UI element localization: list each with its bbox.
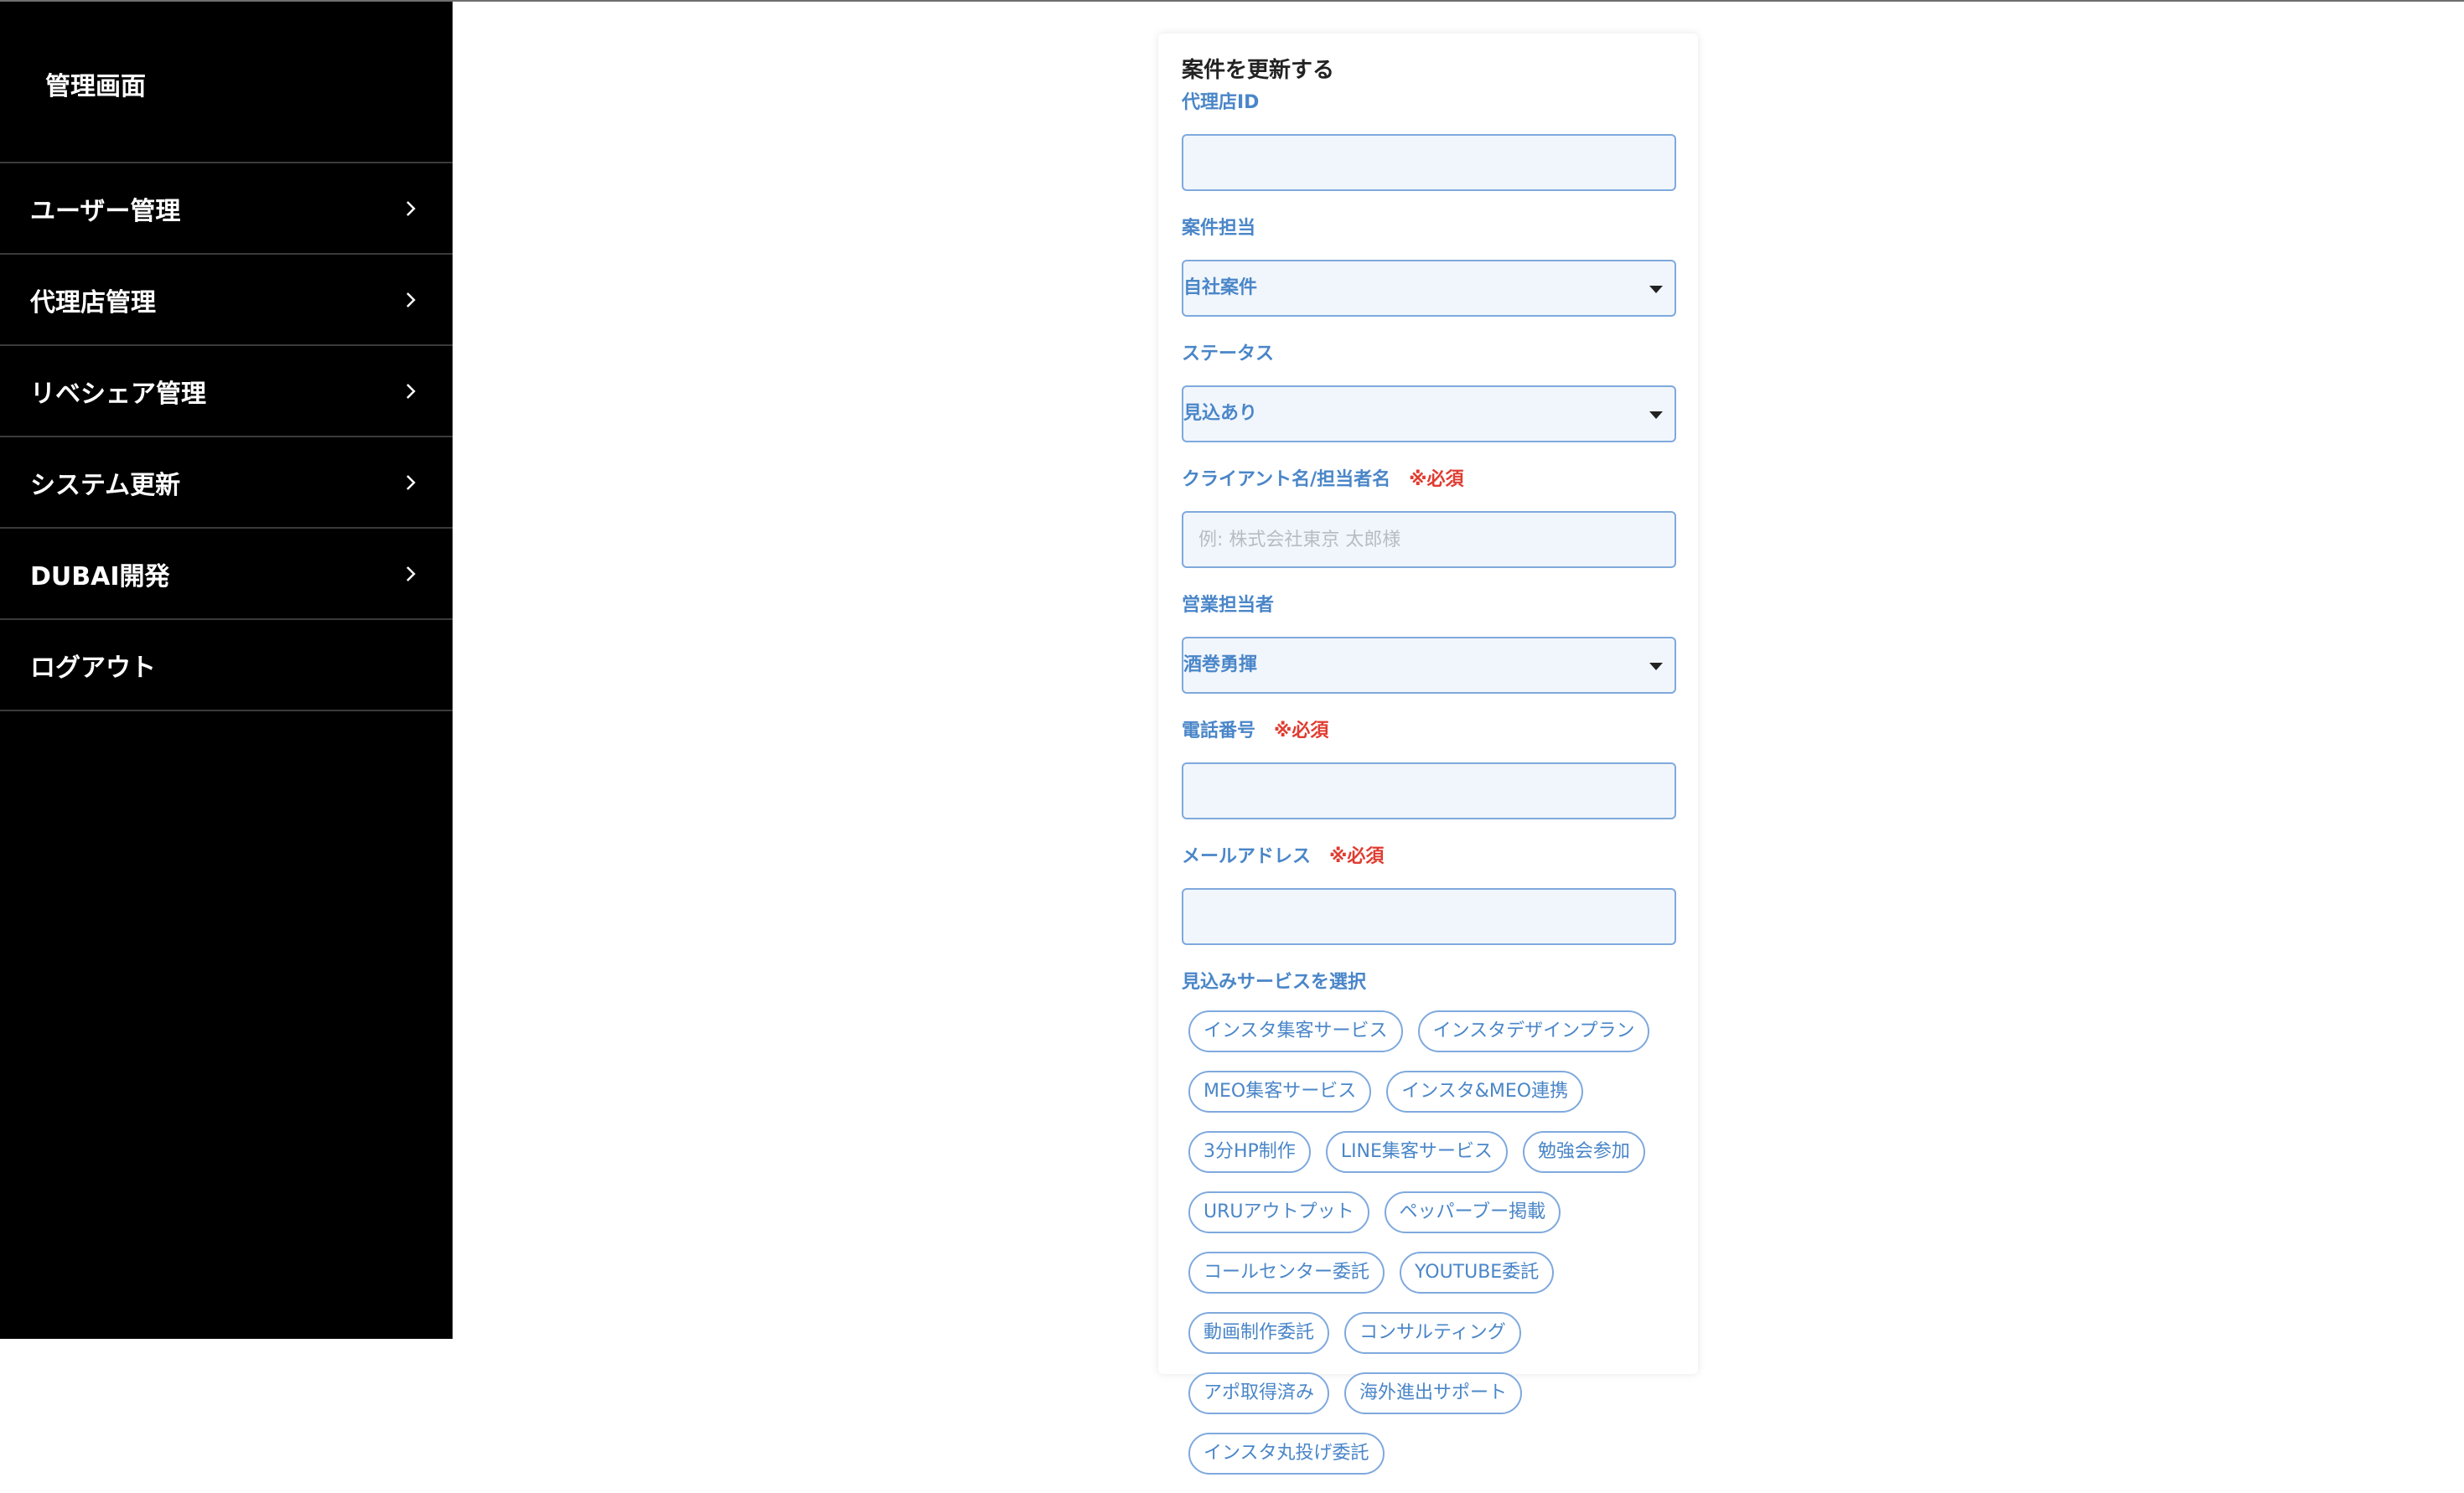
required-marker: ※必須 — [1274, 721, 1329, 741]
service-chip[interactable]: YOUTUBE委託 — [1400, 1252, 1555, 1294]
phone-field-wrap — [1182, 762, 1676, 819]
status-select[interactable]: 見込あり — [1182, 385, 1676, 442]
client-name-field-wrap — [1182, 511, 1676, 568]
case-owner-label: 案件担当 — [1182, 218, 1256, 239]
main-content: 案件を更新する 代理店ID 案件担当 自社案件 ステータス 見込あり クライアン… — [453, 2, 2464, 1475]
agency-id-field-wrap — [1182, 134, 1676, 191]
sidebar-item-agency-management[interactable]: 代理店管理 — [0, 255, 453, 346]
service-chip[interactable]: 3分HP制作 — [1188, 1131, 1311, 1173]
service-chip[interactable]: ペッパーブー掲載 — [1384, 1191, 1561, 1233]
sidebar-item-label: 代理店管理 — [30, 287, 156, 318]
sidebar-item-label: ユーザー管理 — [30, 196, 181, 226]
sales-rep-select[interactable]: 酒巻勇揮 — [1182, 637, 1676, 694]
email-label: メールアドレス — [1182, 846, 1312, 867]
sidebar-item-ribeshare-management[interactable]: リベシェア管理 — [0, 346, 453, 437]
required-marker: ※必須 — [1409, 469, 1464, 490]
status-label: ステータス — [1182, 344, 1275, 364]
service-chip[interactable]: MEO集客サービス — [1188, 1071, 1372, 1113]
service-chip[interactable]: インスタ&MEO連携 — [1386, 1071, 1584, 1113]
email-input[interactable] — [1183, 890, 1675, 943]
sidebar-item-user-management[interactable]: ユーザー管理 — [0, 163, 453, 255]
phone-input[interactable] — [1183, 764, 1675, 818]
sidebar-item-label: リベシェア管理 — [30, 379, 206, 409]
services-label: 見込みサービスを選択 — [1182, 972, 1367, 993]
sidebar-item-label: ログアウト — [30, 653, 156, 683]
client-name-label-row: クライアント名/担当者名 ※必須 — [1182, 468, 1676, 493]
service-chip[interactable]: コールセンター委託 — [1188, 1252, 1385, 1294]
service-chip[interactable]: LINE集客サービス — [1325, 1131, 1508, 1173]
service-chip[interactable]: 動画制作委託 — [1188, 1312, 1330, 1354]
service-chip[interactable]: コンサルティング — [1344, 1312, 1521, 1354]
status-selected-value: 見込あり — [1183, 403, 1258, 424]
chevron-right-icon — [402, 474, 419, 491]
agency-id-input[interactable] — [1183, 136, 1675, 189]
service-chip[interactable]: 勉強会参加 — [1522, 1131, 1645, 1173]
sidebar-item-system-update[interactable]: システム更新 — [0, 437, 453, 529]
email-field-wrap — [1182, 888, 1676, 945]
caret-down-icon — [1649, 411, 1663, 419]
service-chip[interactable]: 海外進出サポート — [1344, 1372, 1523, 1414]
client-name-input[interactable] — [1183, 513, 1675, 566]
caret-down-icon — [1649, 663, 1663, 670]
case-owner-selected-value: 自社案件 — [1183, 277, 1258, 298]
sales-rep-selected-value: 酒巻勇揮 — [1183, 654, 1258, 675]
sidebar-item-dubai-development[interactable]: DUBAI開発 — [0, 529, 453, 620]
service-chip[interactable]: URUアウトプット — [1188, 1191, 1369, 1233]
phone-label: 電話番号 — [1182, 721, 1256, 741]
email-label-row: メールアドレス ※必須 — [1182, 845, 1676, 870]
chevron-right-icon — [402, 566, 419, 582]
service-chip[interactable]: インスタ丸投げ委託 — [1188, 1433, 1385, 1475]
sidebar-item-label: システム更新 — [30, 470, 181, 500]
sales-rep-label: 営業担当者 — [1182, 595, 1275, 616]
sidebar-item-logout[interactable]: ログアウト — [0, 620, 453, 711]
case-owner-select[interactable]: 自社案件 — [1182, 260, 1676, 317]
form-title: 案件を更新する — [1182, 58, 1335, 83]
chevron-right-icon — [402, 200, 419, 217]
sidebar-title: 管理画面 — [0, 2, 453, 163]
chevron-right-icon — [402, 383, 419, 400]
chevron-right-icon — [402, 292, 419, 308]
service-chip-list: インスタ集客サービス インスタデザインプラン MEO集客サービス インスタ&ME… — [1182, 1010, 1685, 1493]
client-name-label: クライアント名/担当者名 — [1182, 469, 1391, 490]
phone-label-row: 電話番号 ※必須 — [1182, 719, 1676, 744]
sidebar-item-label: DUBAI開発 — [30, 561, 170, 592]
agency-id-label: 代理店ID — [1182, 92, 1260, 113]
service-chip[interactable]: インスタデザインプラン — [1417, 1010, 1650, 1052]
service-chip[interactable]: インスタ集客サービス — [1188, 1010, 1403, 1052]
caret-down-icon — [1649, 286, 1663, 293]
required-marker: ※必須 — [1329, 846, 1385, 867]
sidebar: 管理画面 ユーザー管理 代理店管理 リベシェア管理 システム更新 DUBAI開発… — [0, 2, 453, 1339]
update-case-form: 案件を更新する 代理店ID 案件担当 自社案件 ステータス 見込あり クライアン… — [1158, 34, 1698, 1475]
service-chip[interactable]: アポ取得済み — [1188, 1372, 1330, 1414]
